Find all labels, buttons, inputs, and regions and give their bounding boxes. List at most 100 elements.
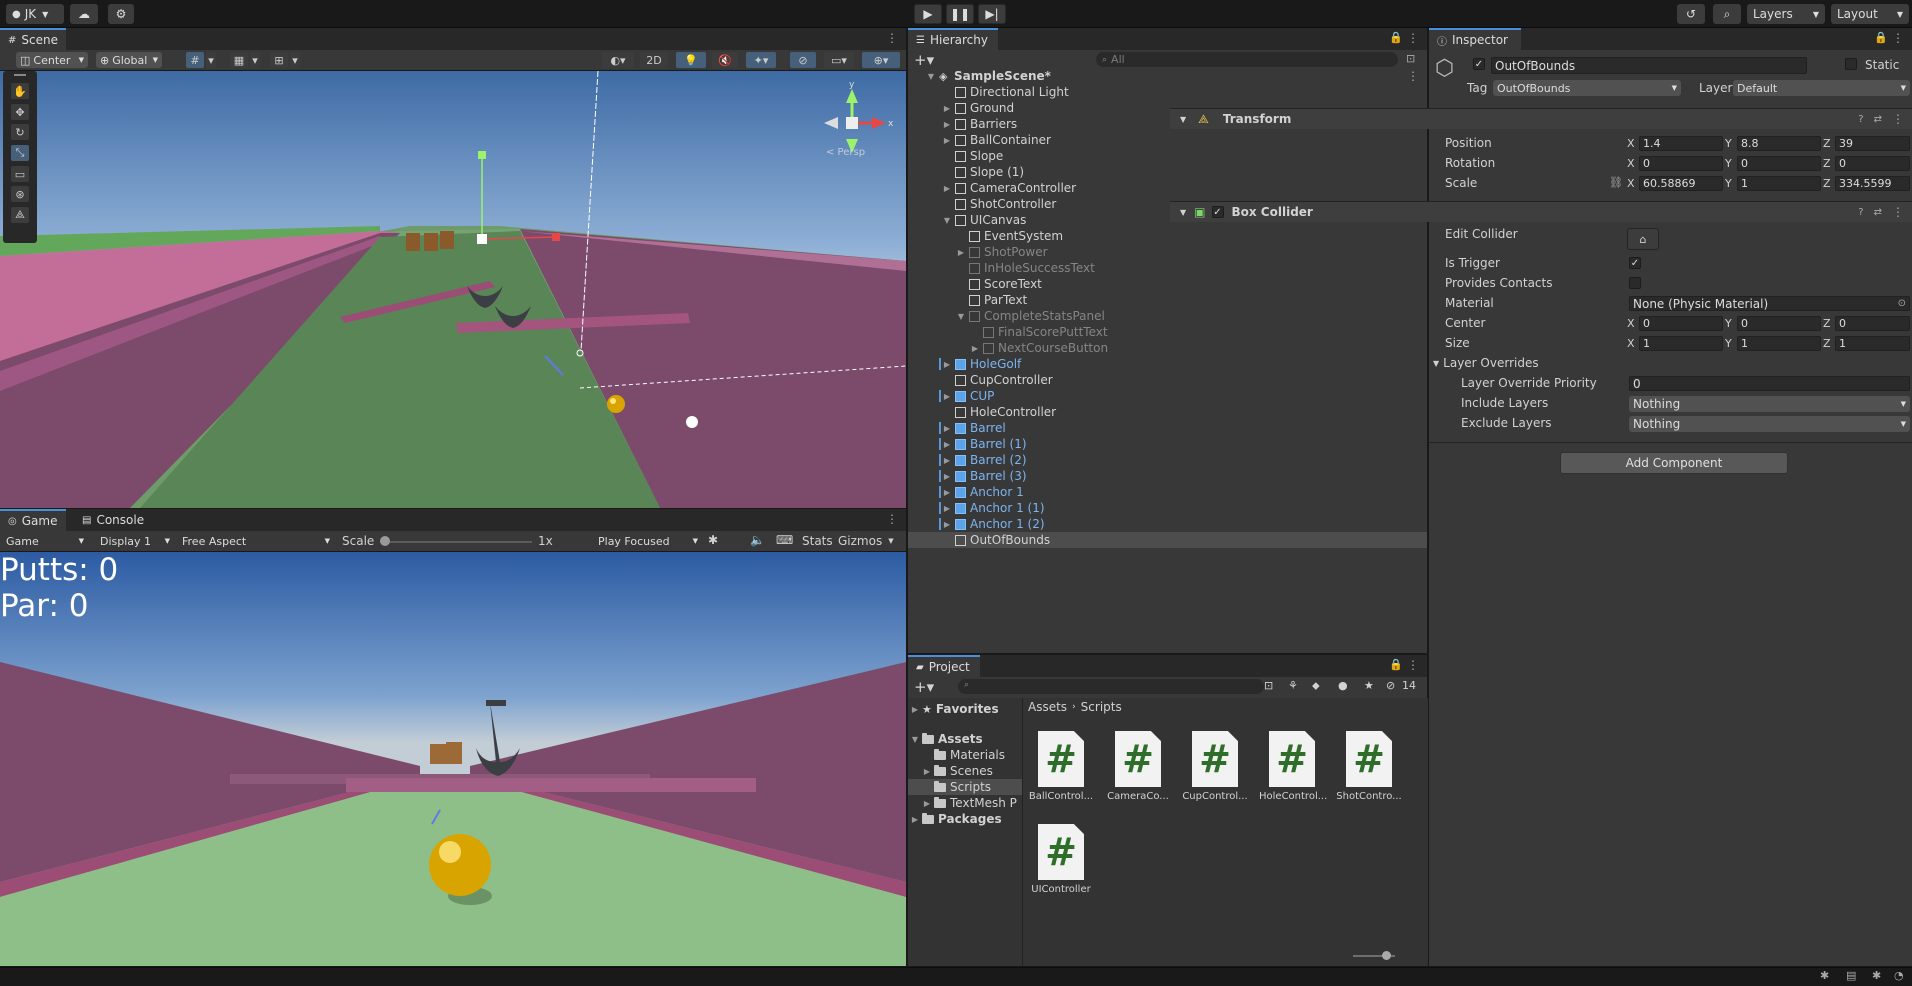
more-options-icon[interactable]: ⋮	[1407, 658, 1419, 672]
stats-button[interactable]: Stats	[802, 534, 833, 548]
tag-dropdown[interactable]: OutOfBounds ▼	[1493, 80, 1681, 96]
include-layers-dropdown[interactable]: Nothing ▼	[1629, 396, 1910, 412]
hierarchy-item[interactable]: CupController	[908, 372, 1427, 388]
project-tree-item[interactable]: ▶ ★ Favorites	[908, 701, 1022, 717]
bug-icon[interactable]: ✱	[1872, 969, 1881, 982]
chevron-right-icon[interactable]: ▶	[942, 424, 952, 433]
search-by-type-icon[interactable]: ⊡	[1264, 679, 1273, 692]
active-checkbox[interactable]: ✓	[1473, 58, 1485, 70]
axis-x-label[interactable]: X	[1627, 317, 1635, 330]
axis-x-label[interactable]: X	[1627, 157, 1635, 170]
script-asset[interactable]: # CameraCo...	[1105, 731, 1171, 802]
toggle-2d-button[interactable]: 2D	[640, 52, 668, 68]
filter-type-icon[interactable]: ⚘	[1288, 679, 1298, 692]
script-asset[interactable]: # CupControl...	[1182, 731, 1248, 802]
scale-slider-track[interactable]	[382, 541, 532, 543]
hierarchy-item[interactable]: Slope	[908, 148, 1427, 164]
more-options-icon[interactable]: ⋮	[886, 512, 898, 526]
chevron-right-icon[interactable]: ▶	[942, 472, 952, 481]
tab-inspector[interactable]: ⓘ Inspector	[1429, 28, 1521, 50]
audio-icon[interactable]: 🔇	[712, 52, 738, 68]
lock-icon[interactable]: 🔒	[1389, 31, 1403, 44]
box-collider-enabled-checkbox[interactable]: ✓	[1211, 206, 1224, 218]
project-tree-item[interactable]: ▶ Packages	[908, 811, 1022, 827]
grid-visibility-icon[interactable]: ▦	[230, 52, 248, 68]
chevron-right-icon[interactable]: ▶	[942, 456, 952, 465]
effects-icon[interactable]: ✦▾	[746, 52, 776, 68]
game-viewport[interactable]: Putts: 0 Par: 0	[0, 552, 906, 966]
packages-icon[interactable]: ▤	[1846, 969, 1856, 982]
chevron-right-icon[interactable]: ▶	[942, 136, 952, 145]
hierarchy-search-input[interactable]: ⌕ All	[1096, 52, 1398, 67]
constrain-proportions-icon[interactable]: ⛓	[1609, 176, 1623, 189]
script-asset[interactable]: # HoleControl...	[1259, 731, 1327, 802]
axis-y-label[interactable]: Y	[1725, 317, 1732, 330]
chevron-right-icon[interactable]: ▶	[922, 799, 932, 808]
vector-y-field[interactable]: 0	[1737, 156, 1821, 171]
preset-icon[interactable]: ⇄	[1874, 114, 1882, 125]
vector-x-field[interactable]: 1.4	[1639, 136, 1723, 151]
chevron-right-icon[interactable]: ▶	[922, 767, 932, 776]
project-tree-item[interactable]: Scripts	[908, 779, 1022, 795]
more-options-icon[interactable]: ⋮	[886, 31, 898, 45]
hierarchy-item[interactable]: ▶ Anchor 1 (1)	[908, 500, 1427, 516]
transform-component-header[interactable]: ▼ ⟁ Transform ? ⇄ ⋮	[1170, 108, 1912, 129]
bug-icon[interactable]: ✱	[708, 533, 718, 547]
layer-dropdown[interactable]: Default ▼	[1733, 80, 1910, 96]
vector-z-field[interactable]: 1	[1835, 336, 1910, 351]
label-icon[interactable]: ⬥	[1312, 679, 1320, 693]
chevron-down-icon[interactable]: ▾	[290, 52, 300, 68]
tab-game[interactable]: ◎ Game	[0, 509, 66, 531]
tab-project[interactable]: ▰ Project	[908, 655, 980, 677]
box-collider-component-header[interactable]: ▼ ▣ ✓ Box Collider ? ⇄ ⋮	[1170, 201, 1912, 222]
hierarchy-item[interactable]: ▶ Barrel (1)	[908, 436, 1427, 452]
vector-x-field[interactable]: 0	[1639, 156, 1723, 171]
debug-icon[interactable]: ✱	[1820, 969, 1829, 982]
tab-scene[interactable]: # Scene	[0, 28, 66, 50]
object-name-field[interactable]: OutOfBounds	[1491, 57, 1807, 74]
hierarchy-item[interactable]: ▶ CUP	[908, 388, 1427, 404]
lock-icon[interactable]: 🔒	[1874, 31, 1888, 44]
grid-snap-icon[interactable]: #	[186, 52, 204, 68]
more-options-icon[interactable]: ⋮	[1892, 205, 1904, 219]
exclude-layers-dropdown[interactable]: Nothing ▼	[1629, 416, 1910, 432]
tab-console[interactable]: ▤ Console	[74, 509, 154, 531]
chevron-down-icon[interactable]: ▼	[926, 72, 936, 81]
increment-snap-icon[interactable]: ⊞	[270, 52, 288, 68]
script-asset[interactable]: # ShotContro...	[1336, 731, 1402, 802]
custom-tool-icon[interactable]: ⟁	[11, 207, 29, 223]
project-tree-item[interactable]: Materials	[908, 747, 1022, 763]
axis-z-label[interactable]: Z	[1823, 337, 1831, 350]
drag-handle-icon[interactable]	[14, 74, 26, 76]
vector-y-field[interactable]: 0	[1737, 316, 1821, 331]
vector-y-field[interactable]: 8.8	[1737, 136, 1821, 151]
help-icon[interactable]: ?	[1858, 207, 1863, 218]
preset-icon[interactable]: ⇄	[1874, 207, 1882, 218]
chevron-right-icon[interactable]: ▶	[942, 120, 952, 129]
undo-history-button[interactable]: ↺	[1677, 4, 1705, 24]
hierarchy-item[interactable]: Directional Light	[908, 84, 1427, 100]
rotate-tool-icon[interactable]: ↻	[11, 124, 29, 140]
project-tree-item[interactable]: ▼ Assets	[908, 731, 1022, 747]
play-mode-dropdown[interactable]: Play Focused ▼	[594, 533, 702, 549]
collab-button[interactable]: ⚙	[108, 4, 134, 24]
mute-audio-icon[interactable]: 🔈	[750, 533, 765, 547]
step-button[interactable]: ▶|	[978, 4, 1006, 24]
vector-z-field[interactable]: 0	[1835, 156, 1910, 171]
help-icon[interactable]: ?	[1858, 114, 1863, 125]
provides-contacts-checkbox[interactable]	[1629, 277, 1641, 289]
script-asset[interactable]: # UIController	[1028, 824, 1094, 895]
chevron-right-icon[interactable]: ▶	[956, 248, 966, 257]
space-dropdown[interactable]: ⊕ Global ▼	[96, 52, 162, 68]
vector-x-field[interactable]: 0	[1639, 316, 1723, 331]
hierarchy-item[interactable]: ▶ Anchor 1 (2)	[908, 516, 1427, 532]
hidden-objects-icon[interactable]: ⊘	[790, 52, 816, 68]
info-icon[interactable]: ●	[1338, 679, 1348, 692]
transform-tool-icon[interactable]: ⊛	[11, 186, 29, 202]
edit-collider-button[interactable]: ⌂	[1627, 228, 1659, 250]
material-field[interactable]: None (Physic Material) ⊙	[1629, 296, 1910, 311]
hierarchy-item[interactable]: ▼ CompleteStatsPanel	[908, 308, 1427, 324]
chevron-right-icon[interactable]: ▶	[942, 488, 952, 497]
chevron-down-icon[interactable]: ▼	[956, 312, 966, 321]
perspective-label[interactable]: < Persp	[826, 147, 865, 158]
